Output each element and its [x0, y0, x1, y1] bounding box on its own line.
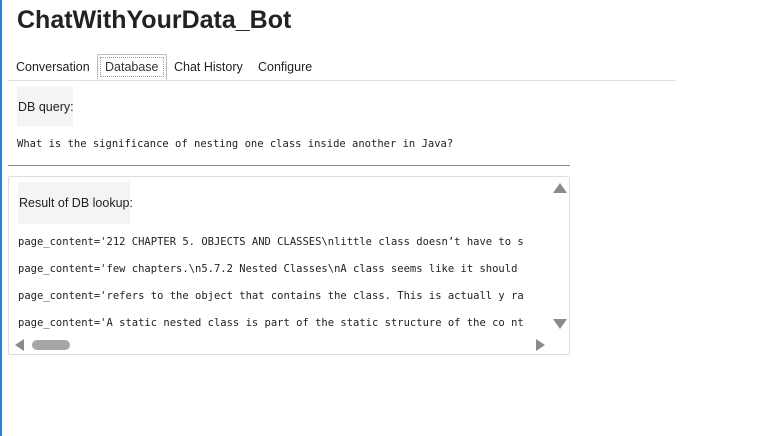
db-result-line: page_content='few chapters.\n5.7.2 Neste… [18, 263, 518, 275]
window-left-edge [0, 0, 2, 436]
tab-chat-history[interactable]: Chat History [174, 55, 243, 79]
db-result-label: Result of DB lookup: [18, 182, 133, 224]
db-result-line: page_content='A static nested class is p… [18, 317, 524, 329]
db-query-label: DB query: [17, 87, 74, 126]
scroll-right-arrow-icon[interactable] [536, 339, 545, 351]
tab-database[interactable]: Database [97, 54, 167, 80]
scroll-down-arrow-icon[interactable] [553, 319, 567, 329]
tab-conversation[interactable]: Conversation [16, 55, 90, 79]
tab-bar: Conversation Database Chat History Confi… [8, 54, 676, 81]
scroll-left-arrow-icon[interactable] [15, 339, 24, 351]
horizontal-scrollbar[interactable] [13, 338, 547, 352]
tab-configure[interactable]: Configure [258, 55, 312, 79]
db-result-line: page_content='212 CHAPTER 5. OBJECTS AND… [18, 236, 524, 248]
app-title: ChatWithYourData_Bot [17, 6, 292, 34]
horizontal-scroll-thumb[interactable] [32, 340, 70, 350]
db-result-panel: Result of DB lookup: page_content='212 C… [8, 176, 570, 355]
section-divider [8, 165, 570, 166]
db-result-scroll-area[interactable]: page_content='212 CHAPTER 5. OBJECTS AND… [18, 229, 550, 333]
db-result-line: page_content='refers to the object that … [18, 290, 524, 302]
db-query-text: What is the significance of nesting one … [17, 138, 454, 150]
scroll-up-arrow-icon[interactable] [553, 183, 567, 193]
vertical-scrollbar[interactable] [553, 181, 567, 331]
